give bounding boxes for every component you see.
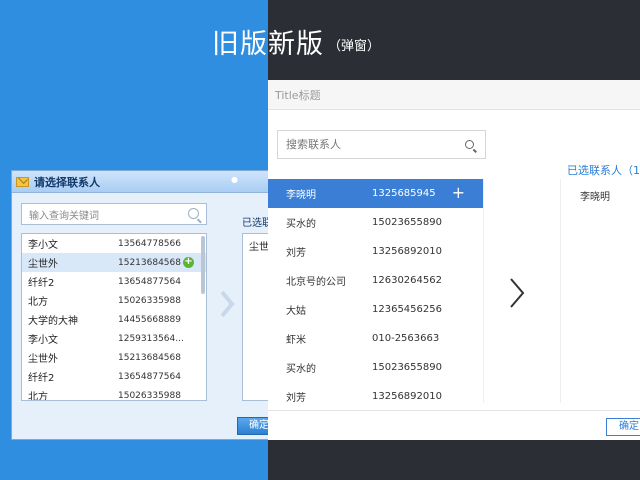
new-search-input[interactable] <box>278 131 453 158</box>
contact-phone: 15023655890 <box>372 362 442 373</box>
old-contact-row[interactable]: 李小文 13564778566 <box>22 234 206 253</box>
old-dialog-title: 请选择联系人 <box>34 175 100 189</box>
old-search-input[interactable] <box>22 206 172 227</box>
contact-phone: 13256892010 <box>372 246 442 257</box>
headline: 旧版新版 （弹窗） <box>212 22 380 61</box>
old-list-scrollbar[interactable] <box>201 236 205 294</box>
contact-phone: 15213684568 <box>118 257 181 268</box>
old-contact-row[interactable]: 纤纤2 13654877564 <box>22 367 206 386</box>
contact-phone: 13564778566 <box>118 238 181 249</box>
contact-phone: 13654877564 <box>118 371 181 382</box>
plus-icon[interactable]: + <box>452 184 465 202</box>
contact-phone: 15026335988 <box>118 295 181 306</box>
new-search-box <box>277 130 486 159</box>
contact-name: 北方 <box>28 392 48 401</box>
contact-name: 虾米 <box>286 335 306 346</box>
contact-phone: 12630264562 <box>372 275 442 286</box>
contact-name: 买水的 <box>286 364 316 375</box>
contact-phone: 010-2563663 <box>372 333 440 344</box>
search-icon[interactable] <box>465 140 474 149</box>
new-selected-label: 已选联系人（1 <box>567 164 640 177</box>
new-contact-row-selected[interactable]: 李晓明 1325685945 + <box>268 179 483 208</box>
new-dialog-titlebar[interactable]: Title标题 <box>268 80 640 110</box>
selected-panel-divider <box>560 179 561 403</box>
contact-name: 北京号的公司 <box>286 277 346 288</box>
old-contact-row[interactable]: 纤纤2 13654877564 <box>22 272 206 291</box>
new-contact-row[interactable]: 刘芳 13256892010 <box>268 382 483 403</box>
contact-phone: 14455668889 <box>118 314 181 325</box>
contact-name: 尘世外 <box>28 259 58 270</box>
new-contact-dialog: Title标题 已选联系人（1 李晓明 1325685945 + 买水的 150236… <box>268 80 640 440</box>
contact-phone: 1325685945 <box>372 188 436 199</box>
old-search-box <box>21 203 207 227</box>
old-contact-list: 李小文 13564778566 尘世外 15213684568 + 纤纤2 136548… <box>21 233 207 401</box>
contact-phone: 13654877564 <box>118 276 181 287</box>
old-selected-item[interactable]: 尘世 <box>249 238 269 253</box>
old-contact-row[interactable]: 北方 15026335988 <box>22 291 206 310</box>
old-contact-row[interactable]: 北方 15026335988 <box>22 386 206 401</box>
contact-name: 买水的 <box>286 219 316 230</box>
new-contact-row[interactable]: 北京号的公司 12630264562 <box>268 266 483 295</box>
old-contact-row[interactable]: 大学的大神 14455668889 <box>22 310 206 329</box>
old-contact-row[interactable]: 尘世外 15213684568 <box>22 348 206 367</box>
dot-icon: ● <box>231 175 238 184</box>
contact-phone: 15026335988 <box>118 390 181 401</box>
headline-title: 旧版新版 <box>212 29 324 60</box>
contact-name: 纤纤2 <box>28 373 55 384</box>
contact-name: 大姑 <box>286 306 306 317</box>
new-contact-row[interactable]: 买水的 15023655890 <box>268 208 483 237</box>
new-dialog-footer-divider <box>268 410 640 411</box>
contact-name: 刘芳 <box>286 393 306 403</box>
new-contact-row[interactable]: 买水的 15023655890 <box>268 353 483 382</box>
contact-phone: 15023655890 <box>372 217 442 228</box>
contact-phone: 15213684568 <box>118 352 181 363</box>
contact-name: 纤纤2 <box>28 278 55 289</box>
old-contact-row[interactable]: 李小文 1259313564... <box>22 329 206 348</box>
new-contact-list: 李晓明 1325685945 + 买水的 15023655890 刘芳 13256892… <box>268 179 484 403</box>
new-contact-row[interactable]: 刘芳 13256892010 <box>268 237 483 266</box>
contact-name: 北方 <box>28 297 48 308</box>
chevron-right-icon[interactable] <box>219 289 235 319</box>
contact-phone: 12365456256 <box>372 304 442 315</box>
contact-phone: 13256892010 <box>372 391 442 402</box>
old-contact-dialog: 请选择联系人 ● 李小文13564778566 尘世外15213684568+ … <box>11 170 273 440</box>
contact-name: 刘芳 <box>286 248 306 259</box>
old-contact-row-selected[interactable]: 尘世外 15213684568 + <box>22 253 206 272</box>
contact-name: 李晓明 <box>286 190 316 201</box>
contact-name: 大学的大神 <box>28 316 78 327</box>
new-contact-row[interactable]: 大姑 12365456256 <box>268 295 483 324</box>
contact-name: 李小文 <box>28 240 58 251</box>
new-confirm-button[interactable]: 确定 <box>606 418 640 436</box>
contact-name: 尘世外 <box>28 354 58 365</box>
headline-subtitle: （弹窗） <box>328 39 381 54</box>
contact-name: 李小文 <box>28 335 58 346</box>
mail-icon <box>16 176 29 187</box>
new-selected-item[interactable]: 李晓明 <box>580 188 610 203</box>
chevron-right-icon[interactable] <box>508 276 526 310</box>
new-contact-row[interactable]: 虾米 010-2563663 <box>268 324 483 353</box>
new-dialog-title: Title标题 <box>275 88 321 102</box>
contact-phone: 1259313564... <box>118 333 184 344</box>
search-icon[interactable] <box>188 208 199 219</box>
add-icon[interactable]: + <box>183 257 194 268</box>
